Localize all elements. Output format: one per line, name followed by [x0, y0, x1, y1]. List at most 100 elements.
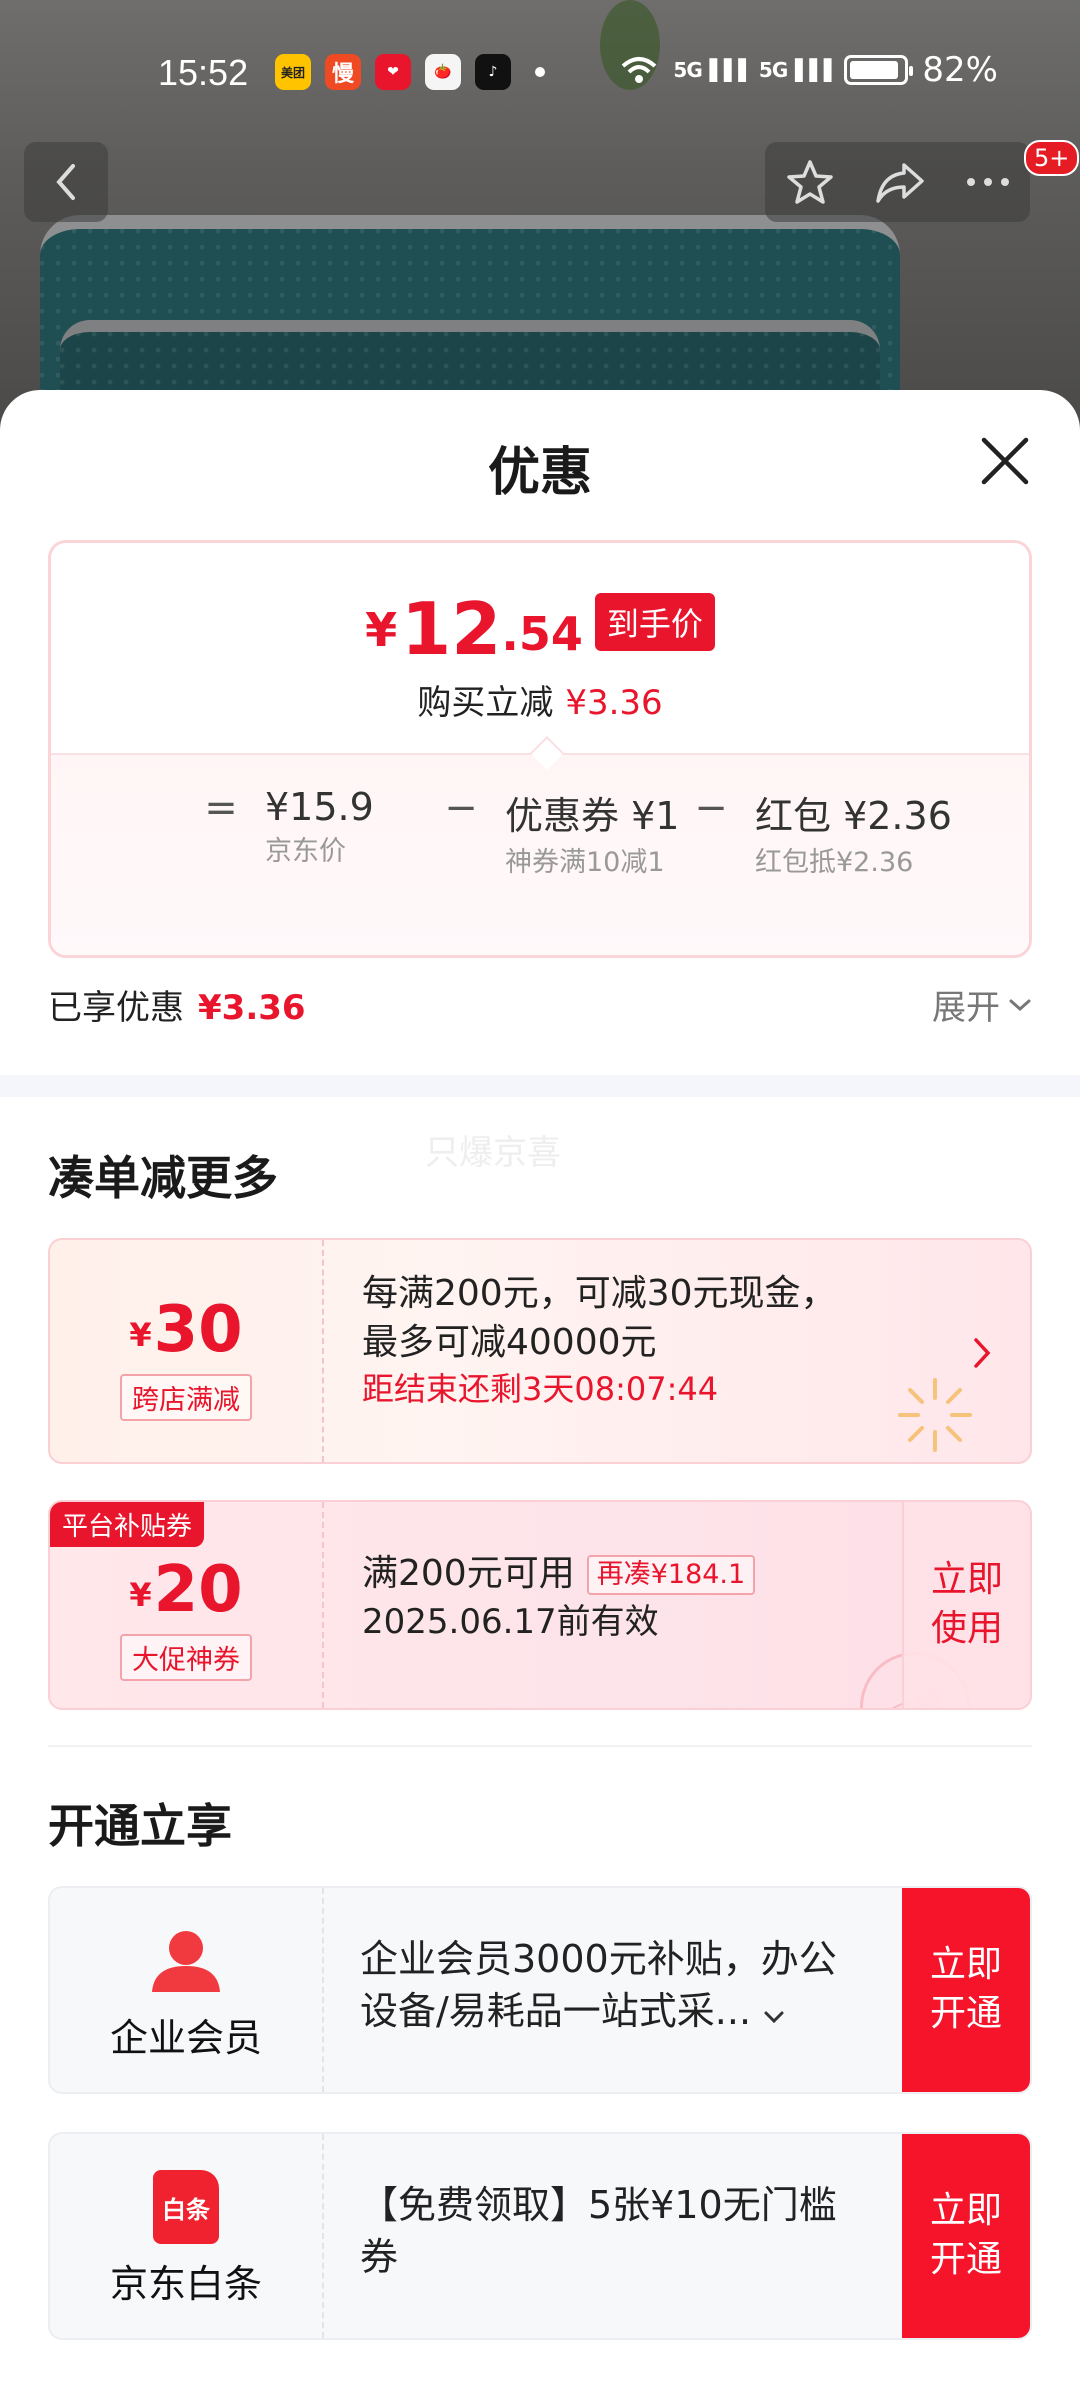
section-separator — [48, 1745, 1032, 1747]
cross-store-discount-card[interactable]: ¥ 30 跨店满减 每满200元，可减30元现金， 最多可减40000元 距结束… — [48, 1238, 1032, 1464]
open-button-line2-2: 开通 — [929, 2239, 1002, 2280]
remaining-amount-tag: 再凑¥184.1 — [586, 1554, 756, 1596]
coupon-value-2: 20 — [153, 1553, 243, 1627]
signal-5g-icon-2: 5G▐▐▐ — [758, 58, 831, 82]
discount-sheet: 优惠 ¥ 12 .54 到手价 购买立减 ¥3.36 = ¥15.9 京东价 −… — [0, 390, 1080, 2400]
final-price-tag: 到手价 — [594, 593, 715, 651]
sparkle-decoration-icon — [898, 1378, 972, 1452]
tiktok-app-icon: ♪ — [475, 54, 511, 90]
status-indicators: 5G▐▐▐ 5G▐▐▐ 82% — [619, 50, 998, 90]
red-packet-item: 红包 ¥2.36 红包抵¥2.36 — [755, 785, 955, 880]
coupon-rule-line1: 每满200元，可减30元现金， — [362, 1273, 837, 1314]
jd-price-item: ¥15.9 京东价 — [265, 785, 415, 869]
coupon-amount-2: ¥ 20 — [50, 1558, 322, 1622]
coupon-value: 优惠券 ¥1 — [505, 794, 680, 838]
wifi-icon — [622, 57, 657, 83]
jd-price-label: 京东价 — [265, 836, 346, 867]
open-button-line2: 开通 — [929, 1993, 1002, 2034]
use-now-line1: 立即 — [930, 1559, 1003, 1601]
coupon-description: 每满200元，可减30元现金， 最多可减40000元 距结束还剩3天08:07:… — [362, 1270, 837, 1411]
tomato-app-icon: 🍅 — [425, 54, 461, 90]
coupon-currency-2: ¥ — [129, 1576, 152, 1614]
price-integer: 12 — [401, 587, 502, 671]
meituan-app-icon: 美团 — [275, 54, 311, 90]
notification-app-icons: 美团 慢 ❤ 🍅 ♪ — [275, 54, 545, 90]
sheet-title: 优惠 — [487, 443, 592, 503]
enjoyed-discount: 已享优惠 ¥3.36 — [48, 980, 306, 1029]
red-packet-rule: 红包抵¥2.36 — [755, 847, 914, 878]
price-breakdown: = ¥15.9 京东价 − 优惠券 ¥1 神券满10减1 − 红包 ¥2.36 … — [51, 736, 1029, 955]
instant-discount-label: 购买立减 — [417, 683, 554, 723]
price-decimal: .54 — [501, 607, 583, 661]
coupon-currency: ¥ — [129, 1316, 152, 1354]
countdown-text: 距结束还剩3天08:07:44 — [362, 1369, 719, 1408]
enjoyed-value: ¥3.36 — [198, 988, 306, 1028]
instant-discount-value: ¥3.36 — [565, 683, 663, 723]
battery-percent: 82% — [922, 50, 998, 90]
equals-sign: = — [204, 785, 238, 831]
coupon-type-tag-2: 大促神券 — [120, 1634, 252, 1681]
open-enterprise-member-button[interactable]: 立即 开通 — [902, 1888, 1030, 2092]
coupon-type-tag: 跨店满减 — [120, 1374, 252, 1421]
enterprise-member-card: 企业会员 企业会员3000元补贴，办公设备/易耗品一站式采... 立即开通 — [48, 1886, 1032, 2094]
more-discount-title: 凑单减更多 — [48, 1151, 278, 1205]
coupon-usage-line: 满200元可用 再凑¥184.1 — [362, 1550, 756, 1599]
signal-5g-icon: 5G▐▐▐ — [673, 58, 745, 82]
minus-sign: − — [444, 785, 478, 831]
red-packet-value: 红包 ¥2.36 — [755, 794, 952, 838]
battery-icon — [844, 55, 914, 85]
expand-button[interactable]: 展开 — [932, 980, 1032, 1029]
coupon-description-2: 满200元可用 再凑¥184.1 2025.06.17前有效 — [362, 1550, 756, 1645]
product-image-background: 15:52 美团 慢 ❤ 🍅 ♪ 5G▐▐▐ 5G▐▐▐ 82% 5+ — [0, 0, 1080, 440]
heart-app-icon: ❤ — [375, 54, 411, 90]
section-divider — [0, 1075, 1080, 1097]
use-now-line2: 使用 — [930, 1608, 1003, 1649]
chevron-right-icon — [974, 1338, 991, 1368]
jd-price-value: ¥15.9 — [265, 785, 374, 829]
more-options-icon[interactable] — [965, 176, 1011, 188]
breakdown-row: = ¥15.9 京东价 − 优惠券 ¥1 神券满10减1 − 红包 ¥2.36 … — [201, 785, 981, 880]
jd-baitiao-card: 白条 京东白条 【免费领取】5张¥10无门槛券 立即 开通 — [48, 2132, 1032, 2340]
enterprise-member-label: 企业会员 — [109, 2016, 262, 2060]
coupon-validity: 2025.06.17前有效 — [362, 1601, 659, 1642]
enterprise-member-description[interactable]: 企业会员3000元补贴，办公设备/易耗品一站式采... — [360, 1934, 860, 2037]
open-button-line1: 立即 — [929, 1944, 1002, 1986]
star-favorite-icon[interactable] — [785, 157, 835, 207]
final-price-card: ¥ 12 .54 到手价 购买立减 ¥3.36 = ¥15.9 京东价 − 优惠券… — [48, 540, 1032, 958]
user-icon — [152, 1931, 220, 1992]
jd-baitiao-label: 京东白条 — [109, 2262, 262, 2306]
use-now-button[interactable]: 立即 使用 — [902, 1502, 1030, 1708]
expand-label: 展开 — [932, 988, 1000, 1028]
more-notifications-dot-icon — [535, 67, 545, 77]
share-icon[interactable] — [874, 159, 926, 205]
coupon-amount: ¥ 30 — [50, 1298, 322, 1362]
close-icon[interactable] — [978, 434, 1032, 488]
chevron-down-icon — [764, 2011, 784, 2023]
status-time: 15:52 — [158, 52, 249, 93]
final-price: ¥ 12 .54 到手价 — [51, 593, 1029, 665]
open-benefits-title: 开通立享 — [48, 1799, 232, 1853]
minus-sign-2: − — [694, 785, 728, 831]
coupon-rule: 神券满10减1 — [505, 847, 665, 878]
platform-subsidy-coupon-card: 平台补贴券 ¥ 20 大促神券 满200元可用 再凑¥184.1 2025.06.… — [48, 1500, 1032, 1710]
cart-count-badge: 5+ — [1024, 140, 1080, 176]
chevron-left-icon — [56, 164, 75, 200]
watermark-text: 只爆京喜 — [425, 1133, 561, 1173]
jd-baitiao-panel: 白条 京东白条 — [50, 2134, 324, 2338]
instant-discount-line: 购买立减 ¥3.36 — [51, 675, 1029, 724]
open-baitiao-button[interactable]: 立即 开通 — [902, 2134, 1030, 2338]
status-bar: 15:52 美团 慢 ❤ 🍅 ♪ 5G▐▐▐ 5G▐▐▐ 82% — [0, 48, 1080, 98]
slow-app-icon: 慢 — [325, 54, 361, 90]
chevron-down-icon — [1009, 999, 1031, 1011]
currency-symbol: ¥ — [365, 603, 398, 657]
enjoyed-label: 已享优惠 — [48, 988, 184, 1028]
coupon-value: 30 — [153, 1293, 243, 1367]
coupon-amount-panel-2: ¥ 20 大促神券 — [50, 1502, 324, 1708]
coupon-amount-panel: ¥ 30 跨店满减 — [50, 1240, 324, 1462]
coupon-rule-line2: 最多可减40000元 — [362, 1321, 657, 1363]
baitiao-icon: 白条 — [153, 2170, 219, 2244]
final-price-summary: ¥ 12 .54 到手价 购买立减 ¥3.36 — [51, 543, 1029, 753]
enterprise-member-panel: 企业会员 — [50, 1888, 324, 2092]
back-button[interactable] — [24, 142, 108, 222]
jd-baitiao-description: 【免费领取】5张¥10无门槛券 — [360, 2183, 837, 2279]
